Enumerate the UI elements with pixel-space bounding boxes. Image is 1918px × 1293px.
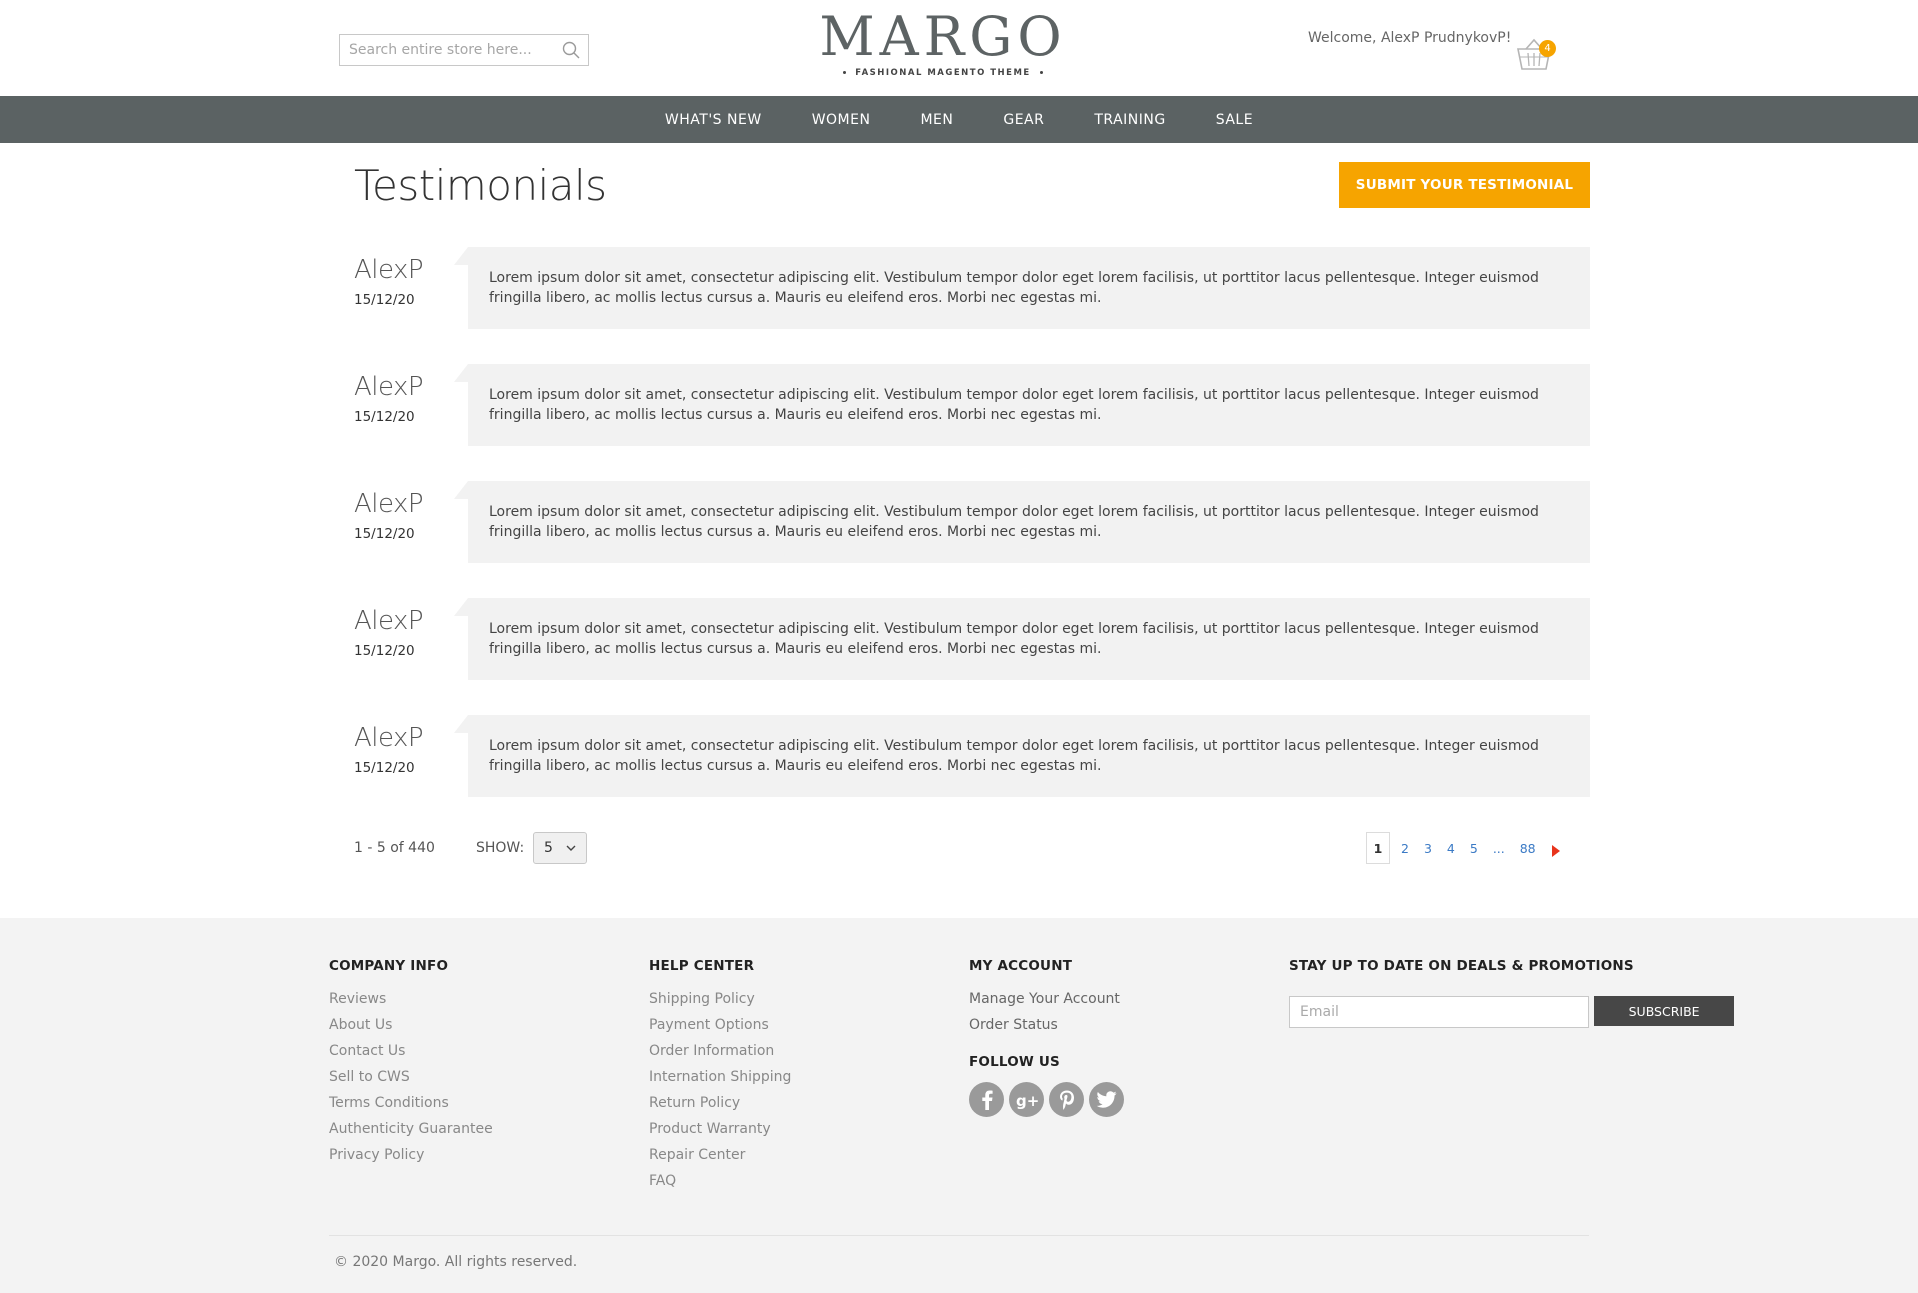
nav-item-training[interactable]: TRAINING — [1094, 112, 1165, 128]
testimonial-text: Lorem ipsum dolor sit amet, consectetur … — [454, 481, 1590, 563]
footer-link[interactable]: Sell to CWS — [329, 1064, 493, 1090]
page-link-current[interactable]: 1 — [1366, 832, 1390, 864]
main-nav: WHAT'S NEW WOMEN MEN GEAR TRAINING SALE — [0, 96, 1918, 143]
site-footer: COMPANY INFO Reviews About Us Contact Us… — [0, 918, 1918, 1293]
next-page-icon[interactable] — [1551, 842, 1561, 857]
page-size-value: 5 — [544, 840, 553, 856]
testimonial-item: AlexP 15/12/20 Lorem ipsum dolor sit ame… — [354, 715, 1590, 797]
testimonial-date: 15/12/20 — [354, 643, 415, 659]
newsletter-email-input[interactable] — [1289, 995, 1589, 1028]
subscribe-button[interactable]: SUBSCRIBE — [1594, 996, 1735, 1026]
testimonial-item: AlexP 15/12/20 Lorem ipsum dolor sit ame… — [354, 247, 1590, 329]
testimonial-author: AlexP — [354, 606, 424, 636]
footer-link[interactable]: Return Policy — [649, 1090, 791, 1116]
page-link[interactable]: 3 — [1424, 841, 1432, 856]
footer-link[interactable]: Manage Your Account — [969, 986, 1124, 1012]
testimonial-date: 15/12/20 — [354, 526, 415, 542]
footer-heading: MY ACCOUNT — [969, 958, 1073, 974]
footer-link[interactable]: Payment Options — [649, 1012, 791, 1038]
facebook-icon[interactable] — [969, 1082, 1004, 1117]
page-title: Testimonials — [354, 161, 607, 210]
page-link[interactable]: 5 — [1470, 841, 1478, 856]
footer-newsletter: STAY UP TO DATE ON DEALS & PROMOTIONS SU… — [1289, 958, 1735, 1028]
footer-link[interactable]: Internation Shipping — [649, 1064, 791, 1090]
page-ellipsis: ... — [1492, 840, 1505, 856]
results-count: 1 - 5 of 440 — [354, 840, 435, 856]
search-input[interactable] — [340, 35, 554, 65]
footer-heading: COMPANY INFO — [329, 958, 449, 974]
page-link-last[interactable]: 88 — [1520, 841, 1536, 856]
footer-help-center: HELP CENTER Shipping Policy Payment Opti… — [649, 958, 791, 1194]
footer-company-info: COMPANY INFO Reviews About Us Contact Us… — [329, 958, 493, 1168]
twitter-icon[interactable] — [1089, 1082, 1124, 1117]
testimonial-text: Lorem ipsum dolor sit amet, consectetur … — [454, 364, 1590, 446]
search-icon[interactable] — [554, 35, 588, 65]
pinterest-icon[interactable] — [1049, 1082, 1084, 1117]
page-link[interactable]: 4 — [1447, 841, 1455, 856]
footer-link[interactable]: About Us — [329, 1012, 493, 1038]
testimonial-item: AlexP 15/12/20 Lorem ipsum dolor sit ame… — [354, 598, 1590, 680]
page-size-select[interactable]: 5 — [533, 832, 587, 864]
cart-count-badge: 4 — [1539, 40, 1556, 57]
footer-link[interactable]: Authenticity Guarantee — [329, 1116, 493, 1142]
nav-item-men[interactable]: MEN — [920, 112, 953, 128]
footer-divider — [329, 1235, 1589, 1236]
nav-item-women[interactable]: WOMEN — [812, 112, 871, 128]
footer-link[interactable]: Terms Conditions — [329, 1090, 493, 1116]
footer-link[interactable]: FAQ — [649, 1168, 791, 1194]
follow-us-heading: FOLLOW US — [969, 1054, 1060, 1070]
testimonial-text: Lorem ipsum dolor sit amet, consectetur … — [454, 715, 1590, 797]
site-header: MARGO FASHIONAL MAGENTO THEME Welcome, A… — [0, 0, 1918, 96]
testimonial-date: 15/12/20 — [354, 409, 415, 425]
testimonial-author: AlexP — [354, 255, 424, 285]
footer-link[interactable]: Privacy Policy — [329, 1142, 493, 1168]
testimonial-date: 15/12/20 — [354, 760, 415, 776]
testimonial-text: Lorem ipsum dolor sit amet, consectetur … — [454, 598, 1590, 680]
social-links: g+ — [969, 1082, 1124, 1117]
chevron-down-icon — [565, 842, 577, 858]
svg-text:g+: g+ — [1016, 1092, 1038, 1109]
pagination: 1 2 3 4 5 ... 88 — [1366, 832, 1561, 864]
footer-link[interactable]: Repair Center — [649, 1142, 791, 1168]
footer-link[interactable]: Reviews — [329, 986, 493, 1012]
nav-item-whats-new[interactable]: WHAT'S NEW — [665, 112, 762, 128]
page-link[interactable]: 2 — [1401, 841, 1409, 856]
copyright-text: © 2020 Margo. All rights reserved. — [334, 1254, 578, 1270]
testimonial-item: AlexP 15/12/20 Lorem ipsum dolor sit ame… — [354, 481, 1590, 563]
footer-link[interactable]: Product Warranty — [649, 1116, 791, 1142]
testimonial-text: Lorem ipsum dolor sit amet, consectetur … — [454, 247, 1590, 329]
footer-link[interactable]: Order Information — [649, 1038, 791, 1064]
search-box — [339, 34, 589, 66]
nav-item-gear[interactable]: GEAR — [1003, 112, 1044, 128]
footer-link[interactable]: Shipping Policy — [649, 986, 791, 1012]
footer-link[interactable]: Order Status — [969, 1012, 1124, 1038]
testimonial-author: AlexP — [354, 372, 424, 402]
logo-brand: MARGO — [819, 5, 1067, 68]
testimonial-author: AlexP — [354, 489, 424, 519]
footer-heading: STAY UP TO DATE ON DEALS & PROMOTIONS — [1289, 958, 1634, 974]
welcome-message: Welcome, AlexP PrudnykovP! — [1308, 30, 1512, 46]
google-plus-icon[interactable]: g+ — [1009, 1082, 1044, 1117]
site-logo[interactable]: MARGO FASHIONAL MAGENTO THEME — [818, 5, 1068, 79]
footer-heading: HELP CENTER — [649, 958, 755, 974]
footer-my-account: MY ACCOUNT Manage Your Account Order Sta… — [969, 958, 1124, 1117]
nav-item-sale[interactable]: SALE — [1216, 112, 1253, 128]
show-label: SHOW: — [476, 840, 525, 856]
testimonial-author: AlexP — [354, 723, 424, 753]
footer-link[interactable]: Contact Us — [329, 1038, 493, 1064]
submit-testimonial-button[interactable]: SUBMIT YOUR TESTIMONIAL — [1339, 162, 1590, 208]
logo-tagline: FASHIONAL MAGENTO THEME — [818, 68, 1068, 78]
testimonial-item: AlexP 15/12/20 Lorem ipsum dolor sit ame… — [354, 364, 1590, 446]
testimonial-date: 15/12/20 — [354, 292, 415, 308]
